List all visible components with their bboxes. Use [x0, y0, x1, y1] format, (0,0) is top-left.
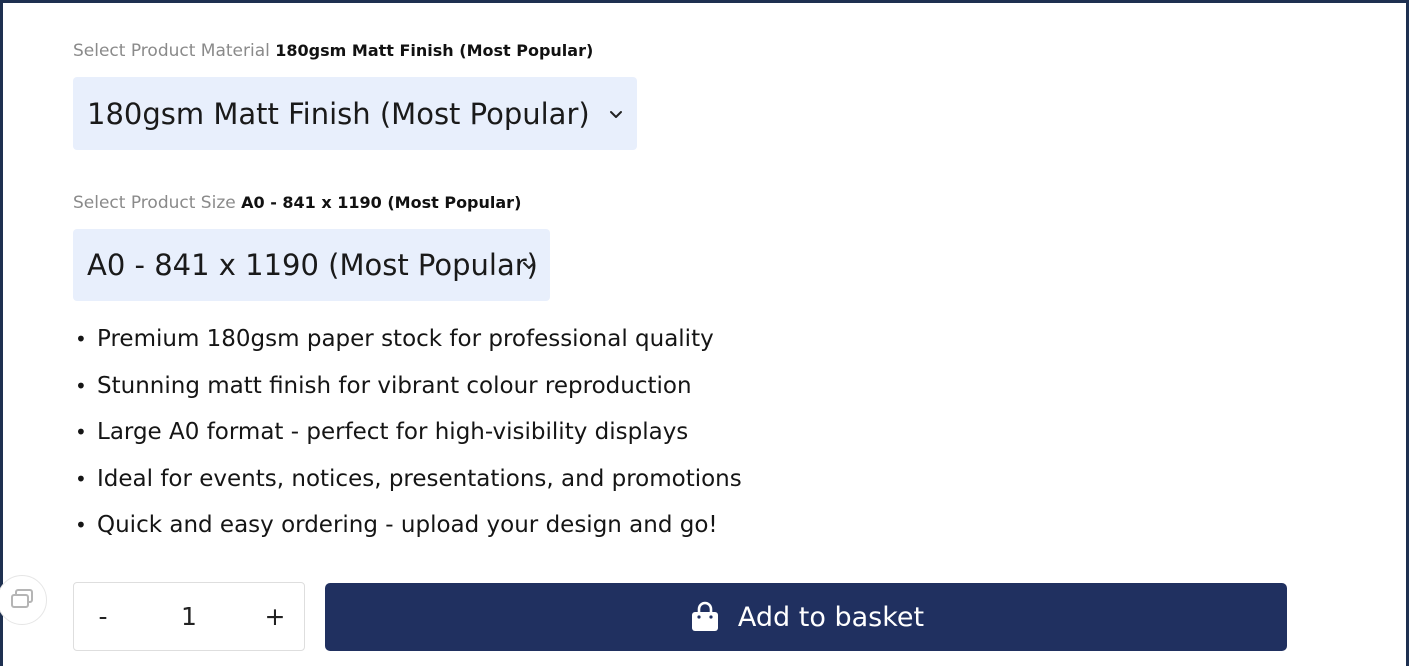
list-item: • Quick and easy ordering - upload your d…: [75, 507, 742, 554]
feature-text: Large A0 format - perfect for high-visib…: [97, 419, 689, 445]
material-field-label: Select Product Material 180gsm Matt Fini…: [73, 41, 593, 61]
add-to-basket-label: Add to basket: [737, 601, 925, 633]
chevron-down-icon: [610, 110, 622, 118]
feature-text: Ideal for events, notices, presentations…: [97, 465, 742, 492]
material-select-value: 180gsm Matt Finish (Most Popular): [87, 96, 590, 131]
size-label-prefix: Select Product Size: [73, 193, 236, 213]
add-to-basket-button[interactable]: Add to basket: [325, 583, 1287, 651]
chevron-down-icon: [523, 262, 535, 269]
side-gallery-tab[interactable]: [0, 575, 47, 625]
size-field-label: Select Product Size A0 - 841 x 1190 (Mos…: [73, 193, 521, 213]
size-select[interactable]: A0 - 841 x 1190 (Most Popular): [73, 229, 550, 301]
list-item: • Stunning matt finish for vibrant colour…: [75, 368, 742, 415]
feature-list: • Premium 180gsm paper stock for professi…: [75, 321, 742, 554]
bullet: •: [75, 327, 87, 351]
list-item: • Ideal for events, notices, presentation…: [75, 461, 742, 508]
bullet: •: [75, 420, 87, 444]
feature-text: Stunning matt finish for vibrant colour …: [97, 372, 692, 399]
bullet: •: [75, 373, 87, 398]
feature-text: Premium 180gsm paper stock for professio…: [97, 326, 714, 352]
feature-text: Quick and easy ordering - upload your de…: [97, 512, 718, 538]
bullet: •: [75, 513, 87, 537]
list-item: • Large A0 format - perfect for high-visi…: [75, 414, 742, 461]
gallery-icon: [11, 589, 33, 608]
bullet: •: [75, 466, 87, 491]
size-label-value: A0 - 841 x 1190 (Most Popular): [241, 193, 522, 212]
quantity-increase-button[interactable]: +: [246, 582, 304, 651]
quantity-decrease-button[interactable]: -: [74, 582, 132, 651]
shopping-bag-icon: [691, 601, 718, 631]
material-label-prefix: Select Product Material: [73, 41, 270, 61]
quantity-stepper: - 1 +: [73, 582, 305, 651]
size-select-value: A0 - 841 x 1190 (Most Popular): [87, 248, 538, 282]
material-label-value: 180gsm Matt Finish (Most Popular): [275, 41, 594, 60]
list-item: • Premium 180gsm paper stock for professi…: [75, 321, 742, 368]
quantity-value[interactable]: 1: [132, 602, 246, 631]
product-options-panel: Select Product Material 180gsm Matt Fini…: [0, 0, 1409, 666]
material-select[interactable]: 180gsm Matt Finish (Most Popular): [73, 77, 637, 150]
